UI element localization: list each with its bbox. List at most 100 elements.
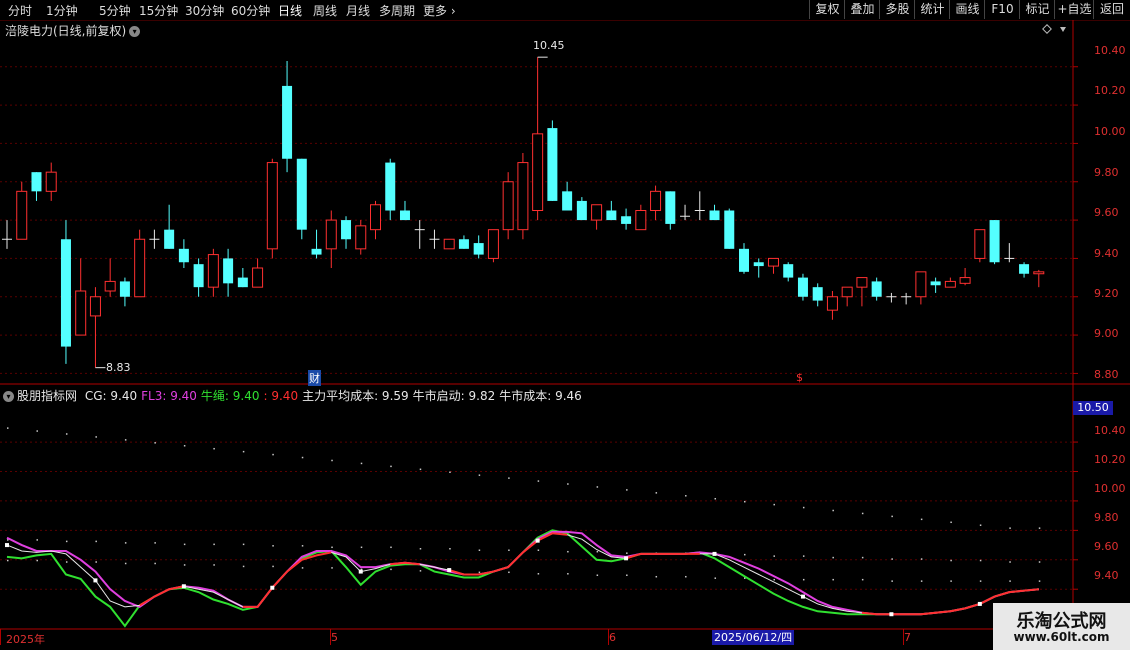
- dot-5: [979, 580, 982, 582]
- candle-body: [178, 248, 189, 263]
- dot-4: [744, 553, 746, 556]
- dot-5: [478, 571, 481, 574]
- dot-5: [891, 580, 893, 582]
- dot-4: [979, 559, 982, 562]
- candle-body: [31, 172, 42, 192]
- dot-3: [390, 465, 392, 468]
- dot-3: [65, 433, 68, 435]
- candle-body: [355, 225, 367, 250]
- dot-4: [920, 558, 923, 560]
- candle-body: [753, 262, 764, 267]
- cg-marker: [889, 612, 894, 617]
- dot-4: [950, 559, 952, 562]
- candle-body: [532, 133, 544, 211]
- dot-5: [1038, 580, 1041, 582]
- indicator-value: 主力平均成本: 9.59: [302, 389, 409, 403]
- indicator-value: 牛市启动: 9.82: [412, 389, 496, 403]
- dot-3: [419, 468, 422, 471]
- candle-body: [650, 190, 662, 211]
- dot-3: [567, 483, 569, 485]
- dot-5: [419, 570, 422, 572]
- dot-3: [36, 430, 38, 432]
- candle-body: [237, 277, 248, 288]
- candle-body: [797, 277, 808, 297]
- series-red: [242, 551, 332, 608]
- candle-body: [576, 200, 587, 221]
- dot-4: [537, 549, 540, 551]
- dot-3: [626, 489, 628, 491]
- indicator-tick: 9.60: [1094, 540, 1119, 553]
- dot-3: [1038, 527, 1041, 529]
- dot-3: [272, 453, 274, 456]
- indicator-tick: 9.40: [1094, 569, 1119, 582]
- candle-body: [606, 210, 617, 221]
- candle-body: [193, 264, 204, 288]
- dot-4: [1009, 561, 1011, 563]
- dot-4: [272, 545, 274, 547]
- dot-5: [65, 561, 68, 563]
- candle-body: [812, 287, 823, 301]
- price-tick: 9.40: [1094, 247, 1119, 260]
- dot-5: [242, 565, 245, 568]
- chart-area[interactable]: [0, 0, 1130, 650]
- price-tick: 10.00: [1094, 125, 1126, 138]
- dot-5: [36, 559, 38, 562]
- candle-body: [75, 290, 87, 336]
- dot-4: [449, 548, 451, 550]
- candle-body: [871, 281, 882, 297]
- dot-3: [183, 445, 186, 447]
- dot-5: [331, 567, 333, 569]
- candle-body: [443, 238, 455, 250]
- dot-5: [626, 574, 628, 576]
- candle-body: [989, 220, 1000, 263]
- candle-body: [207, 254, 219, 288]
- candle-body: [252, 267, 264, 288]
- cg-marker: [800, 594, 805, 599]
- date-tick: 2025年: [6, 633, 45, 646]
- indicator-value: : 9.40: [263, 389, 299, 403]
- series-niusheng: [6, 529, 1039, 628]
- cg-marker: [181, 584, 186, 589]
- dot-3: [596, 486, 599, 488]
- dot-4: [802, 555, 805, 557]
- price-tick: 9.00: [1094, 327, 1119, 340]
- finance-marker[interactable]: 财: [308, 370, 321, 386]
- diamond-icon: [1042, 24, 1052, 34]
- dot-4: [567, 550, 569, 553]
- indicator-header: ▾ 股朋指标网 CG: 9.40 FL3: 9.40 牛绳: 9.40: 9.40 主力…: [3, 387, 590, 404]
- date-cursor-label: 2025/06/12/四: [712, 630, 795, 645]
- dividend-marker[interactable]: $: [796, 371, 803, 384]
- candle-body: [915, 271, 927, 298]
- price-tick: 10.20: [1094, 84, 1126, 97]
- candle-body: [974, 229, 986, 259]
- series-cg: [6, 532, 1039, 615]
- dot-4: [861, 556, 864, 559]
- candle-body: [325, 219, 337, 250]
- dot-4: [65, 540, 68, 543]
- dot-4: [1038, 561, 1041, 563]
- candle-body: [944, 280, 956, 288]
- indicator-tick: 10.40: [1094, 424, 1126, 437]
- dot-3: [685, 495, 687, 497]
- candle-body: [164, 229, 175, 249]
- dot-5: [802, 578, 805, 581]
- dot-5: [596, 574, 599, 576]
- indicator-name[interactable]: 股朋指标网: [17, 389, 77, 403]
- chevron-down-icon[interactable]: ▾: [3, 391, 14, 402]
- candle-body: [502, 181, 514, 231]
- cg-marker: [624, 556, 629, 561]
- dot-5: [714, 577, 717, 579]
- dot-4: [301, 545, 304, 547]
- triangle-down-icon: [1060, 27, 1066, 32]
- date-tick: 5: [331, 631, 338, 644]
- dot-4: [95, 540, 97, 543]
- candle-body: [826, 296, 838, 311]
- dot-5: [537, 573, 540, 575]
- dot-5: [213, 564, 215, 566]
- dot-4: [832, 556, 834, 559]
- dot-5: [1009, 580, 1011, 582]
- dot-4: [331, 546, 333, 549]
- dot-3: [7, 427, 9, 429]
- dot-5: [272, 565, 274, 568]
- indicator-values: CG: 9.40 FL3: 9.40 牛绳: 9.40: 9.40 主力平均成本: 9…: [85, 389, 586, 403]
